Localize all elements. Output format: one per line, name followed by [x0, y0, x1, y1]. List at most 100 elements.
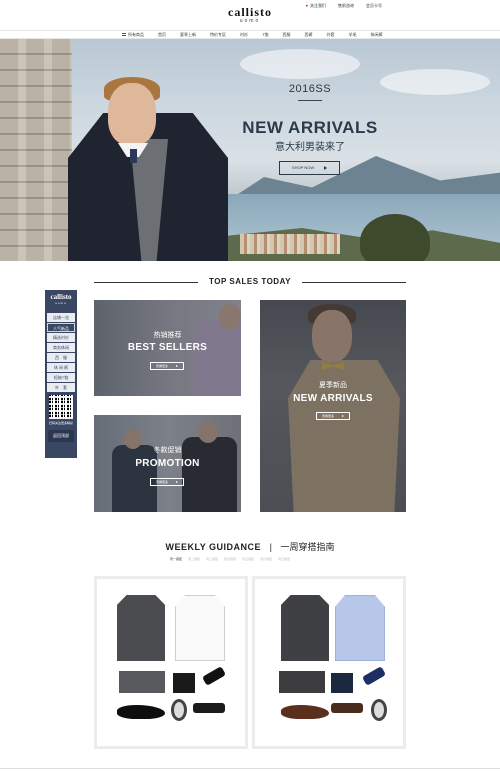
- sidebar-item-business[interactable]: 商务休闲: [47, 343, 75, 352]
- model-face: [108, 83, 156, 145]
- arrow-right-icon: [324, 166, 327, 170]
- new-arrivals-tile[interactable]: 夏季新品 NEW ARRIVALS 查看更多: [260, 300, 406, 512]
- tree: [360, 214, 430, 261]
- outfit-card[interactable]: [94, 576, 248, 749]
- sidebar-item-coats[interactable]: 外 套: [47, 383, 75, 392]
- tile-en-label: BEST SELLERS: [127, 342, 208, 353]
- weekly-title-en: WEEKLY GUIDANCE: [165, 542, 262, 552]
- brand-sub: uomo: [239, 18, 261, 24]
- nav-item-all[interactable]: 所有商品: [122, 32, 144, 38]
- shirt-image: [175, 595, 225, 661]
- jacket-image: [117, 595, 165, 661]
- brand-logo[interactable]: callisto uomo: [0, 6, 500, 25]
- tab-monday[interactable]: 周一搭配: [170, 557, 182, 561]
- model-tie: [130, 149, 137, 163]
- view-more-button[interactable]: 查看更多: [316, 412, 350, 420]
- arrow-right-icon: [176, 481, 178, 483]
- top-links: ♥ 关注我们 售前咨询 会员卡号: [306, 3, 382, 9]
- service-link[interactable]: 售前咨询: [338, 3, 354, 9]
- nav-item-tshirts[interactable]: T恤: [262, 32, 268, 38]
- tab-friday[interactable]: 周五搭配: [242, 557, 254, 561]
- weekly-guidance-heading: WEEKLY GUIDANCE | 一周穿搭指南: [0, 540, 500, 553]
- tab-thursday[interactable]: 周四搭配: [224, 557, 236, 561]
- outfit-card[interactable]: [252, 576, 406, 749]
- arrow-right-icon: [342, 415, 344, 417]
- tile-en-label: PROMOTION: [135, 458, 200, 469]
- sidebar-logo-sub: uomo: [55, 301, 67, 305]
- cloud: [240, 49, 360, 79]
- tile-overlay: [260, 300, 406, 512]
- hero-subtitle: 意大利男装来了: [275, 142, 345, 153]
- qr-caption: 扫码关注更多精彩: [48, 421, 73, 425]
- promotion-tile[interactable]: 冬款促销 PROMOTION 查看更多: [94, 415, 241, 512]
- top-sales-heading: TOP SALES TODAY: [94, 276, 406, 288]
- sidebar-item-pants[interactable]: 休 闲 裤: [47, 363, 75, 372]
- pocket-square-image: [331, 673, 353, 693]
- back-to-top-button[interactable]: 返回顶部: [48, 430, 74, 442]
- vip-link[interactable]: 会员卡号: [366, 3, 382, 9]
- nav-item-sale[interactable]: 特价专区: [210, 32, 226, 38]
- tile-en-label: NEW ARRIVALS: [293, 393, 373, 404]
- divider-line: [302, 282, 406, 283]
- nav-item-trousers[interactable]: 西裤: [304, 32, 312, 38]
- watch-image: [371, 699, 387, 721]
- sidebar-item-tshirts[interactable]: 短袖T恤: [47, 373, 75, 382]
- trousers-image: [119, 671, 165, 693]
- view-more-label: 查看更多: [322, 414, 335, 418]
- sidebar-logo[interactable]: callisto uomo: [45, 290, 77, 312]
- nav-item-casual-pants[interactable]: 休闲裤: [370, 32, 382, 38]
- best-sellers-tile[interactable]: 热销推荐 BEST SELLERS 查看更多: [94, 300, 241, 396]
- shirt-image: [335, 595, 385, 661]
- sidebar-item-new[interactable]: 人气新品: [47, 323, 75, 332]
- tie-image: [201, 666, 227, 686]
- shoes-image: [117, 705, 165, 719]
- nav-item-coats[interactable]: 外套: [326, 32, 334, 38]
- weekly-tabs: 周一搭配 周二搭配 周三搭配 周四搭配 周五搭配 周六搭配 周日搭配: [170, 557, 290, 561]
- belt-image: [331, 703, 363, 713]
- view-more-button[interactable]: 查看更多: [150, 478, 184, 486]
- qr-code: [49, 395, 73, 419]
- nav-item-wool[interactable]: 羊毛: [348, 32, 356, 38]
- pocket-square-image: [173, 673, 195, 693]
- view-more-button[interactable]: 查看更多: [150, 362, 184, 370]
- top-bar: callisto uomo ♥ 关注我们 售前咨询 会员卡号: [0, 0, 500, 30]
- floating-sidebar: callisto uomo 店铺一览 人气新品 精选衬衫 商务休闲 西 服 休 …: [45, 290, 77, 458]
- nav-item-home[interactable]: 首页: [158, 32, 166, 38]
- tile-cn-label: 热销推荐: [153, 332, 182, 339]
- tab-saturday[interactable]: 周六搭配: [260, 557, 272, 561]
- hero-divider: [298, 100, 322, 101]
- tab-tuesday[interactable]: 周二搭配: [188, 557, 200, 561]
- sidebar-item-store[interactable]: 店铺一览: [47, 313, 75, 322]
- tab-wednesday[interactable]: 周三搭配: [206, 557, 218, 561]
- shoes-image: [281, 705, 329, 719]
- sidebar-logo-main: callisto: [50, 293, 72, 301]
- heart-icon: ♥: [305, 3, 308, 8]
- tile-cn-label: 冬款促销: [153, 447, 182, 454]
- arrow-right-icon: [176, 365, 178, 367]
- nav-item-shirts[interactable]: 衬衫: [240, 32, 248, 38]
- view-more-label: 查看更多: [156, 364, 169, 368]
- weekly-separator: |: [269, 542, 272, 552]
- sidebar-item-shirts[interactable]: 精选衬衫: [47, 333, 75, 342]
- stone-wall: [0, 39, 72, 261]
- jacket-image: [281, 595, 329, 661]
- trousers-image: [279, 671, 325, 693]
- view-more-label: 查看更多: [156, 480, 169, 484]
- nav-label: 所有商品: [128, 32, 144, 37]
- brand-name: callisto: [228, 5, 272, 19]
- nav-item-summer[interactable]: 夏季上新: [180, 32, 196, 38]
- shop-now-label: SHOP NOW: [292, 165, 315, 170]
- footer-divider: [0, 768, 500, 769]
- hero-season: 2016SS: [288, 83, 332, 95]
- tab-sunday[interactable]: 周日搭配: [278, 557, 290, 561]
- nav-item-suits[interactable]: 西服: [282, 32, 290, 38]
- main-nav: 所有商品 首页 夏季上新 特价专区 衬衫 T恤 西服 西裤 外套 羊毛 休闲裤: [0, 30, 500, 39]
- favorite-link[interactable]: ♥ 关注我们: [306, 3, 326, 9]
- belt-image: [193, 703, 225, 713]
- sidebar-item-suits[interactable]: 西 服: [47, 353, 75, 362]
- town: [240, 234, 340, 254]
- tile-cn-label: 夏季新品: [319, 382, 347, 389]
- favorite-label: 关注我们: [310, 3, 326, 8]
- shop-now-button[interactable]: SHOP NOW: [279, 161, 340, 175]
- cloud: [380, 69, 490, 95]
